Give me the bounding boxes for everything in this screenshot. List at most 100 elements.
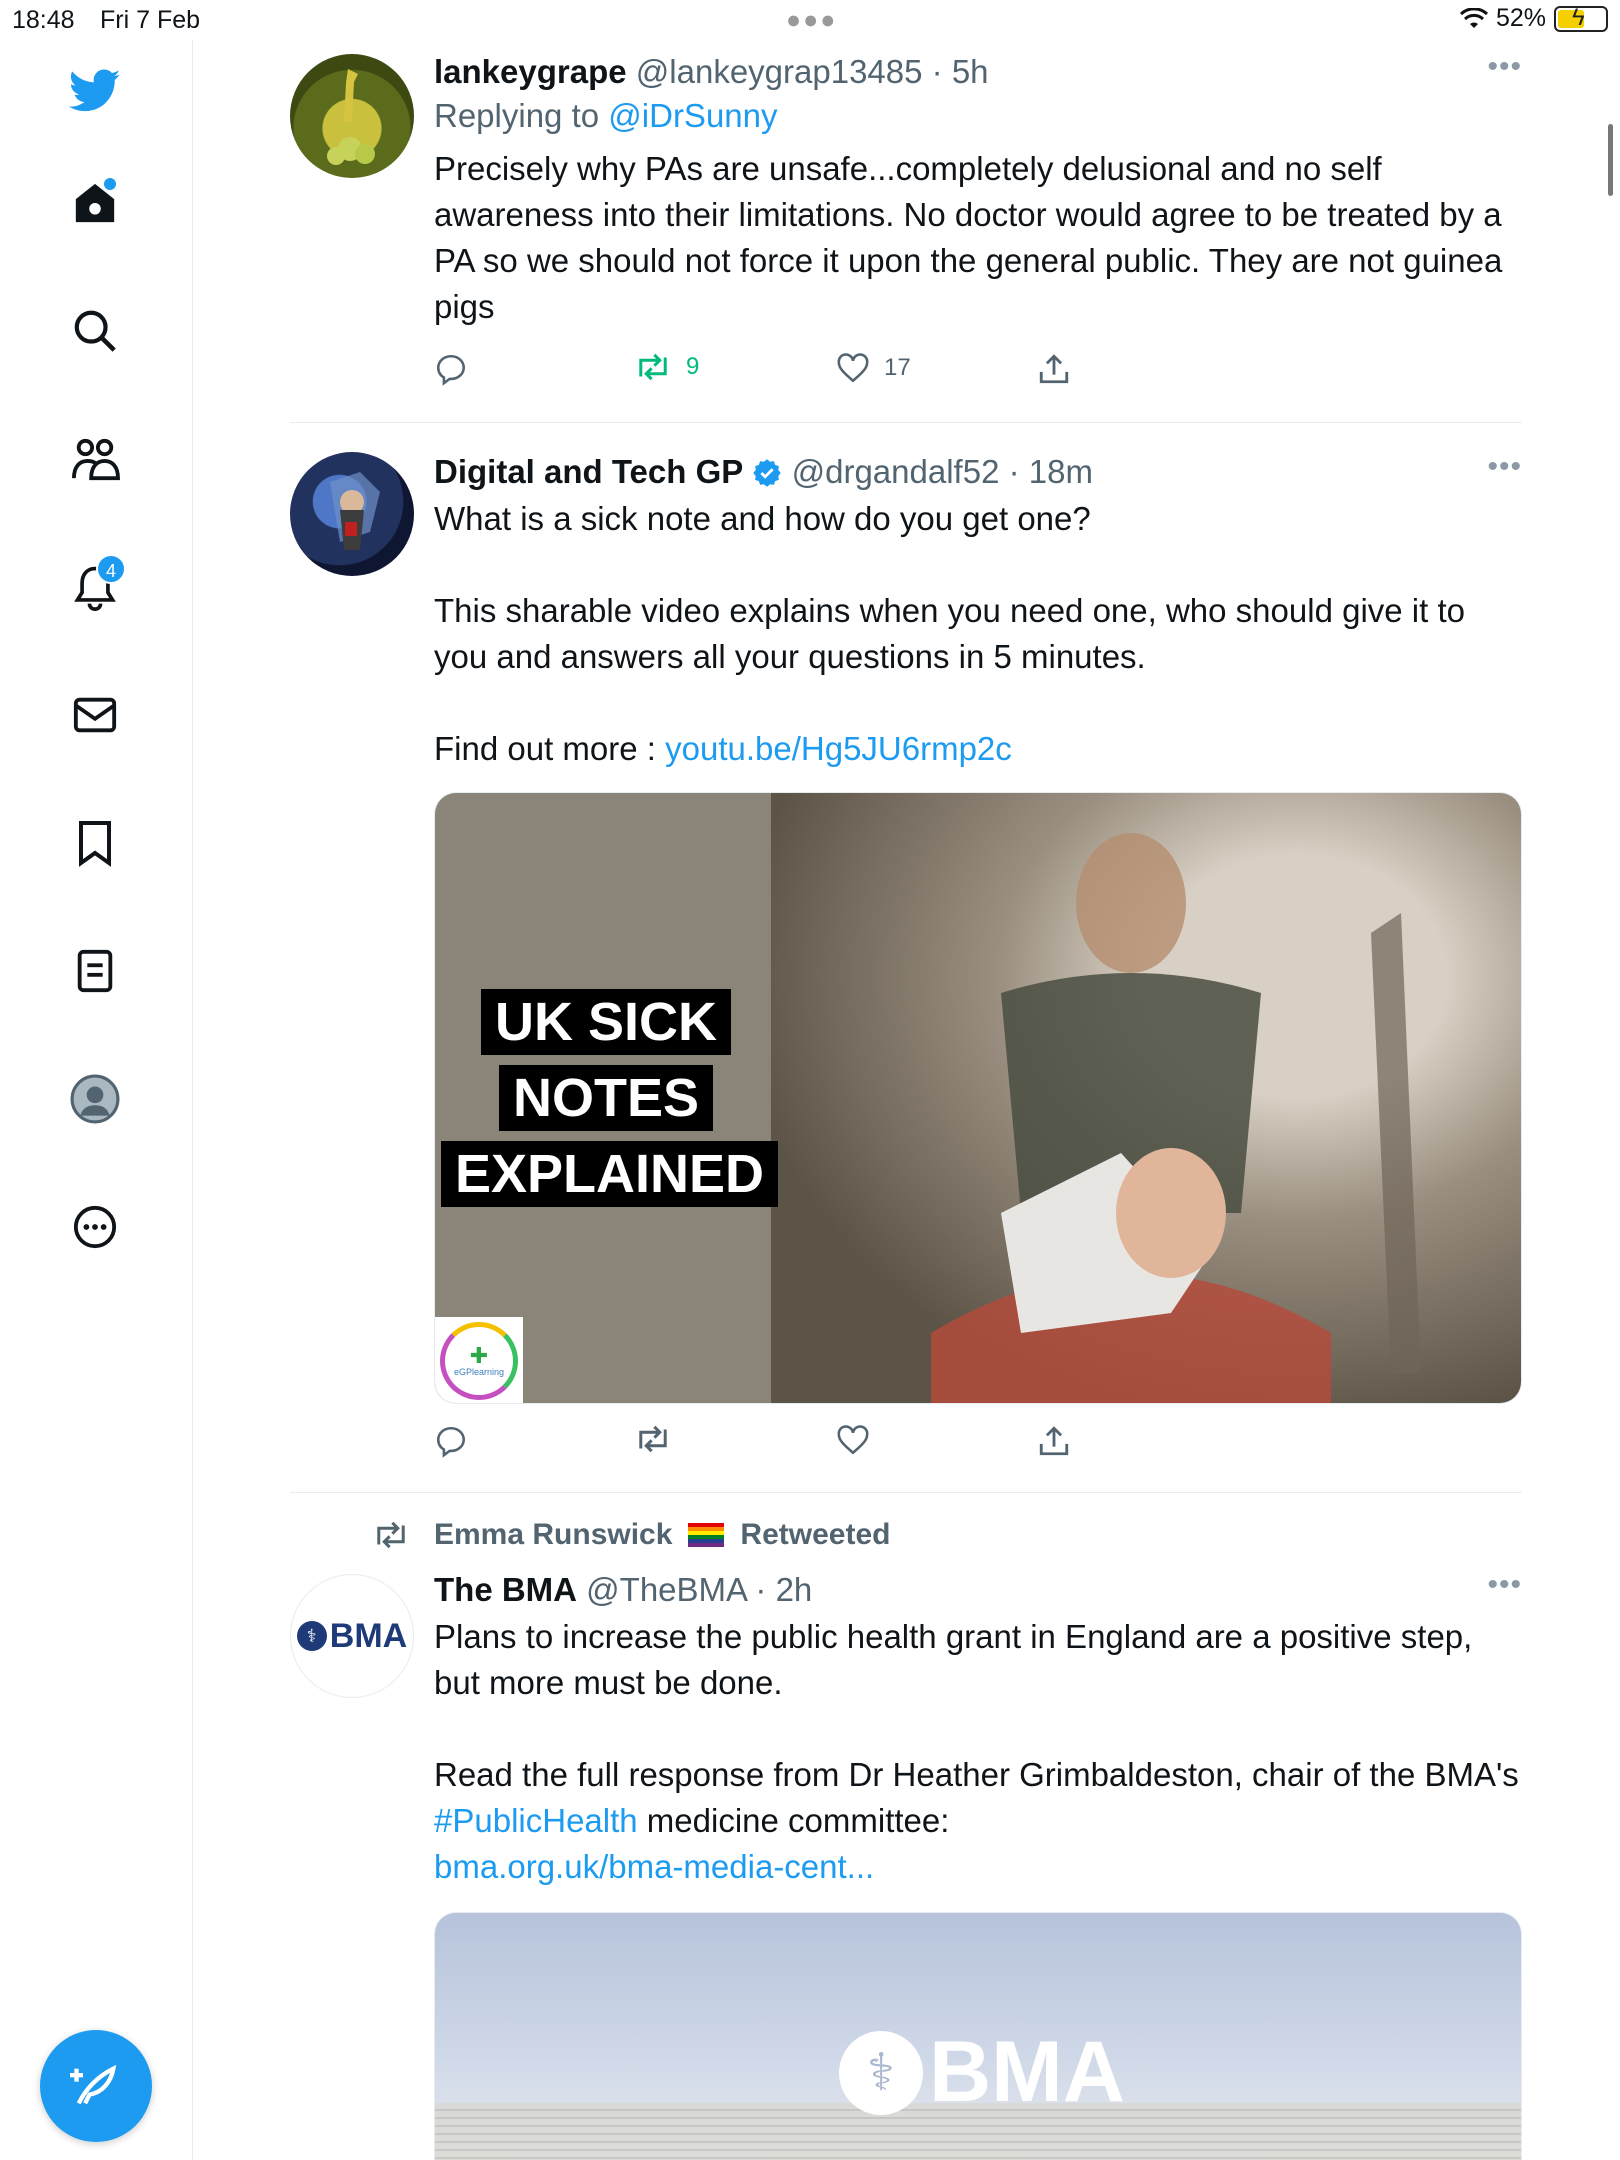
retweet-small-icon — [377, 1521, 405, 1549]
tweet-text: Precisely why PAs are unsafe...completel… — [434, 150, 1503, 325]
like-button[interactable] — [836, 1424, 870, 1456]
tweet-media-video[interactable]: UK SICK NOTES EXPLAINED ✚ eGPlearning — [434, 792, 1522, 1404]
wifi-icon — [1459, 7, 1488, 28]
retweeted-by[interactable]: Emma Runswick Retweeted — [372, 1518, 890, 1552]
heart-icon — [837, 353, 869, 383]
retweet-icon — [639, 353, 667, 381]
reply-icon — [436, 354, 466, 386]
tweet-more-options-icon[interactable]: ••• — [1487, 1568, 1522, 1602]
author-name[interactable]: Digital and Tech GP — [434, 453, 743, 490]
tweet-text-line-3: Find out more : youtu.be/Hg5JU6rmp2c — [434, 726, 1522, 772]
share-button[interactable] — [1038, 352, 1070, 386]
avatar[interactable] — [290, 54, 414, 178]
retweet-icon — [639, 1425, 667, 1453]
tweet-actions — [434, 1424, 1074, 1468]
tweet-text-line-2: Read the full response from Dr Heather G… — [434, 1752, 1522, 1890]
more-options-icon[interactable] — [60, 1192, 130, 1262]
tweet-more-options-icon[interactable]: ••• — [1487, 50, 1522, 84]
media-photo — [771, 793, 1521, 1403]
heart-icon — [837, 1425, 869, 1455]
tweet-text-part-b: medicine committee: — [646, 1802, 950, 1839]
share-button[interactable] — [1038, 1424, 1070, 1458]
author-name[interactable]: lankeygrape — [434, 53, 627, 90]
author-name[interactable]: The BMA — [434, 1571, 577, 1608]
notifications-icon[interactable]: 4 — [60, 552, 130, 622]
reply-button[interactable] — [434, 1424, 468, 1458]
like-button[interactable]: 17 — [836, 352, 911, 384]
status-date: Fri 7 Feb — [100, 6, 201, 34]
tweet-text-line-1: What is a sick note and how do you get o… — [434, 500, 1091, 537]
battery-percent: 52% — [1495, 4, 1546, 32]
status-time: 18:48 — [12, 6, 75, 34]
bma-avatar-text: BMA — [329, 1616, 408, 1655]
replying-to-link[interactable]: @iDrSunny — [608, 97, 777, 134]
tweet-link[interactable]: bma.org.uk/bma-media-cent... — [434, 1848, 874, 1885]
verified-badge-icon — [753, 459, 782, 487]
sidebar: 4 — [0, 40, 193, 2160]
tweet-text-line-2: This sharable video explains when you ne… — [434, 592, 1465, 675]
share-icon — [1039, 354, 1069, 384]
tweet-time: · 2h — [755, 1571, 813, 1608]
tweet-media-image[interactable]: ⚕ BMA — [434, 1912, 1522, 2160]
compose-feather-icon — [70, 2064, 117, 2105]
tweet-text-line-1: Plans to increase the public health gran… — [434, 1618, 1473, 1701]
like-count: 17 — [884, 354, 911, 381]
media-title-line-3: EXPLAINED — [441, 1141, 779, 1207]
replying-to: Replying to @iDrSunny — [434, 94, 1522, 138]
tweet-more-options-icon[interactable]: ••• — [1487, 450, 1522, 484]
retweeted-label: Retweeted — [740, 1518, 891, 1551]
avatar[interactable] — [290, 452, 414, 576]
egplearning-logo-ring: ✚ eGPlearning — [440, 1322, 518, 1400]
share-icon — [1039, 1426, 1069, 1456]
home-icon[interactable] — [60, 168, 130, 238]
retweeter-name: Emma Runswick — [434, 1518, 673, 1551]
bma-avatar-logo: ⚕ BMA — [296, 1616, 408, 1656]
cross-icon: ✚ — [469, 1343, 489, 1368]
media-title-line-2: NOTES — [498, 1065, 714, 1131]
tweet-divider — [290, 1492, 1522, 1493]
media-title-line-1: UK SICK — [480, 989, 731, 1055]
battery-icon: ϟ — [1554, 4, 1608, 32]
tweet-content: lankeygrape @lankeygrap13485 · 5h ••• Re… — [434, 50, 1522, 330]
twitter-logo-icon[interactable] — [60, 56, 130, 126]
tweet-link[interactable]: youtu.be/Hg5JU6rmp2c — [665, 730, 1012, 767]
egplearning-logo: ✚ eGPlearning — [435, 1317, 523, 1403]
tweet-content: Digital and Tech GP @drgandalf52 · 18m •… — [434, 450, 1522, 772]
multitasking-dots-icon[interactable]: ●●● — [786, 6, 837, 35]
tweet-actions: 9 17 — [434, 352, 1074, 396]
tweet-header: The BMA @TheBMA · 2h — [434, 1568, 1522, 1612]
tweet-header: lankeygrape @lankeygrap13485 · 5h — [434, 50, 1522, 94]
tweet-divider — [290, 422, 1522, 423]
bookmarks-icon[interactable] — [60, 808, 130, 878]
egplearning-logo-text: eGPlearning — [453, 1367, 505, 1377]
retweet-button[interactable] — [634, 1424, 672, 1454]
communities-icon[interactable] — [60, 424, 130, 494]
author-handle[interactable]: @TheBMA — [586, 1571, 746, 1608]
bma-image-logo: ⚕ BMA — [839, 2023, 1125, 2122]
media-photo-illustration — [931, 833, 1421, 1403]
home-unread-dot — [104, 178, 116, 190]
reply-button[interactable] — [434, 352, 468, 386]
author-handle[interactable]: @drgandalf52 — [792, 453, 1000, 490]
messages-icon[interactable] — [60, 680, 130, 750]
bma-image-logo-text: BMA — [929, 2024, 1125, 2120]
lists-icon[interactable] — [60, 936, 130, 1006]
rainbow-flag-icon — [688, 1523, 725, 1547]
search-icon[interactable] — [60, 296, 130, 366]
compose-tweet-button[interactable] — [40, 2030, 152, 2142]
retweet-button[interactable]: 9 — [634, 352, 699, 382]
bma-emblem-icon: ⚕ — [839, 2030, 923, 2115]
avatar[interactable]: ⚕ BMA — [290, 1574, 414, 1698]
reply-icon — [436, 1426, 466, 1458]
bma-emblem-icon: ⚕ — [296, 1621, 327, 1651]
scrollbar-indicator[interactable] — [1608, 124, 1613, 196]
profile-icon[interactable] — [60, 1064, 130, 1134]
tweet-header: Digital and Tech GP @drgandalf52 · 18m — [434, 450, 1522, 494]
tweet-time: · 5h — [931, 53, 989, 90]
replying-to-label: Replying to — [434, 97, 600, 134]
author-handle[interactable]: @lankeygrap13485 — [636, 53, 923, 90]
status-right: 52% ϟ — [1459, 4, 1608, 33]
hashtag-link[interactable]: #PublicHealth — [434, 1802, 638, 1839]
tweet-lankeygrape[interactable]: lankeygrape @lankeygrap13485 · 5h ••• Re… — [290, 50, 1522, 390]
tweet-text-part-a: Read the full response from Dr Heather G… — [434, 1756, 1519, 1793]
